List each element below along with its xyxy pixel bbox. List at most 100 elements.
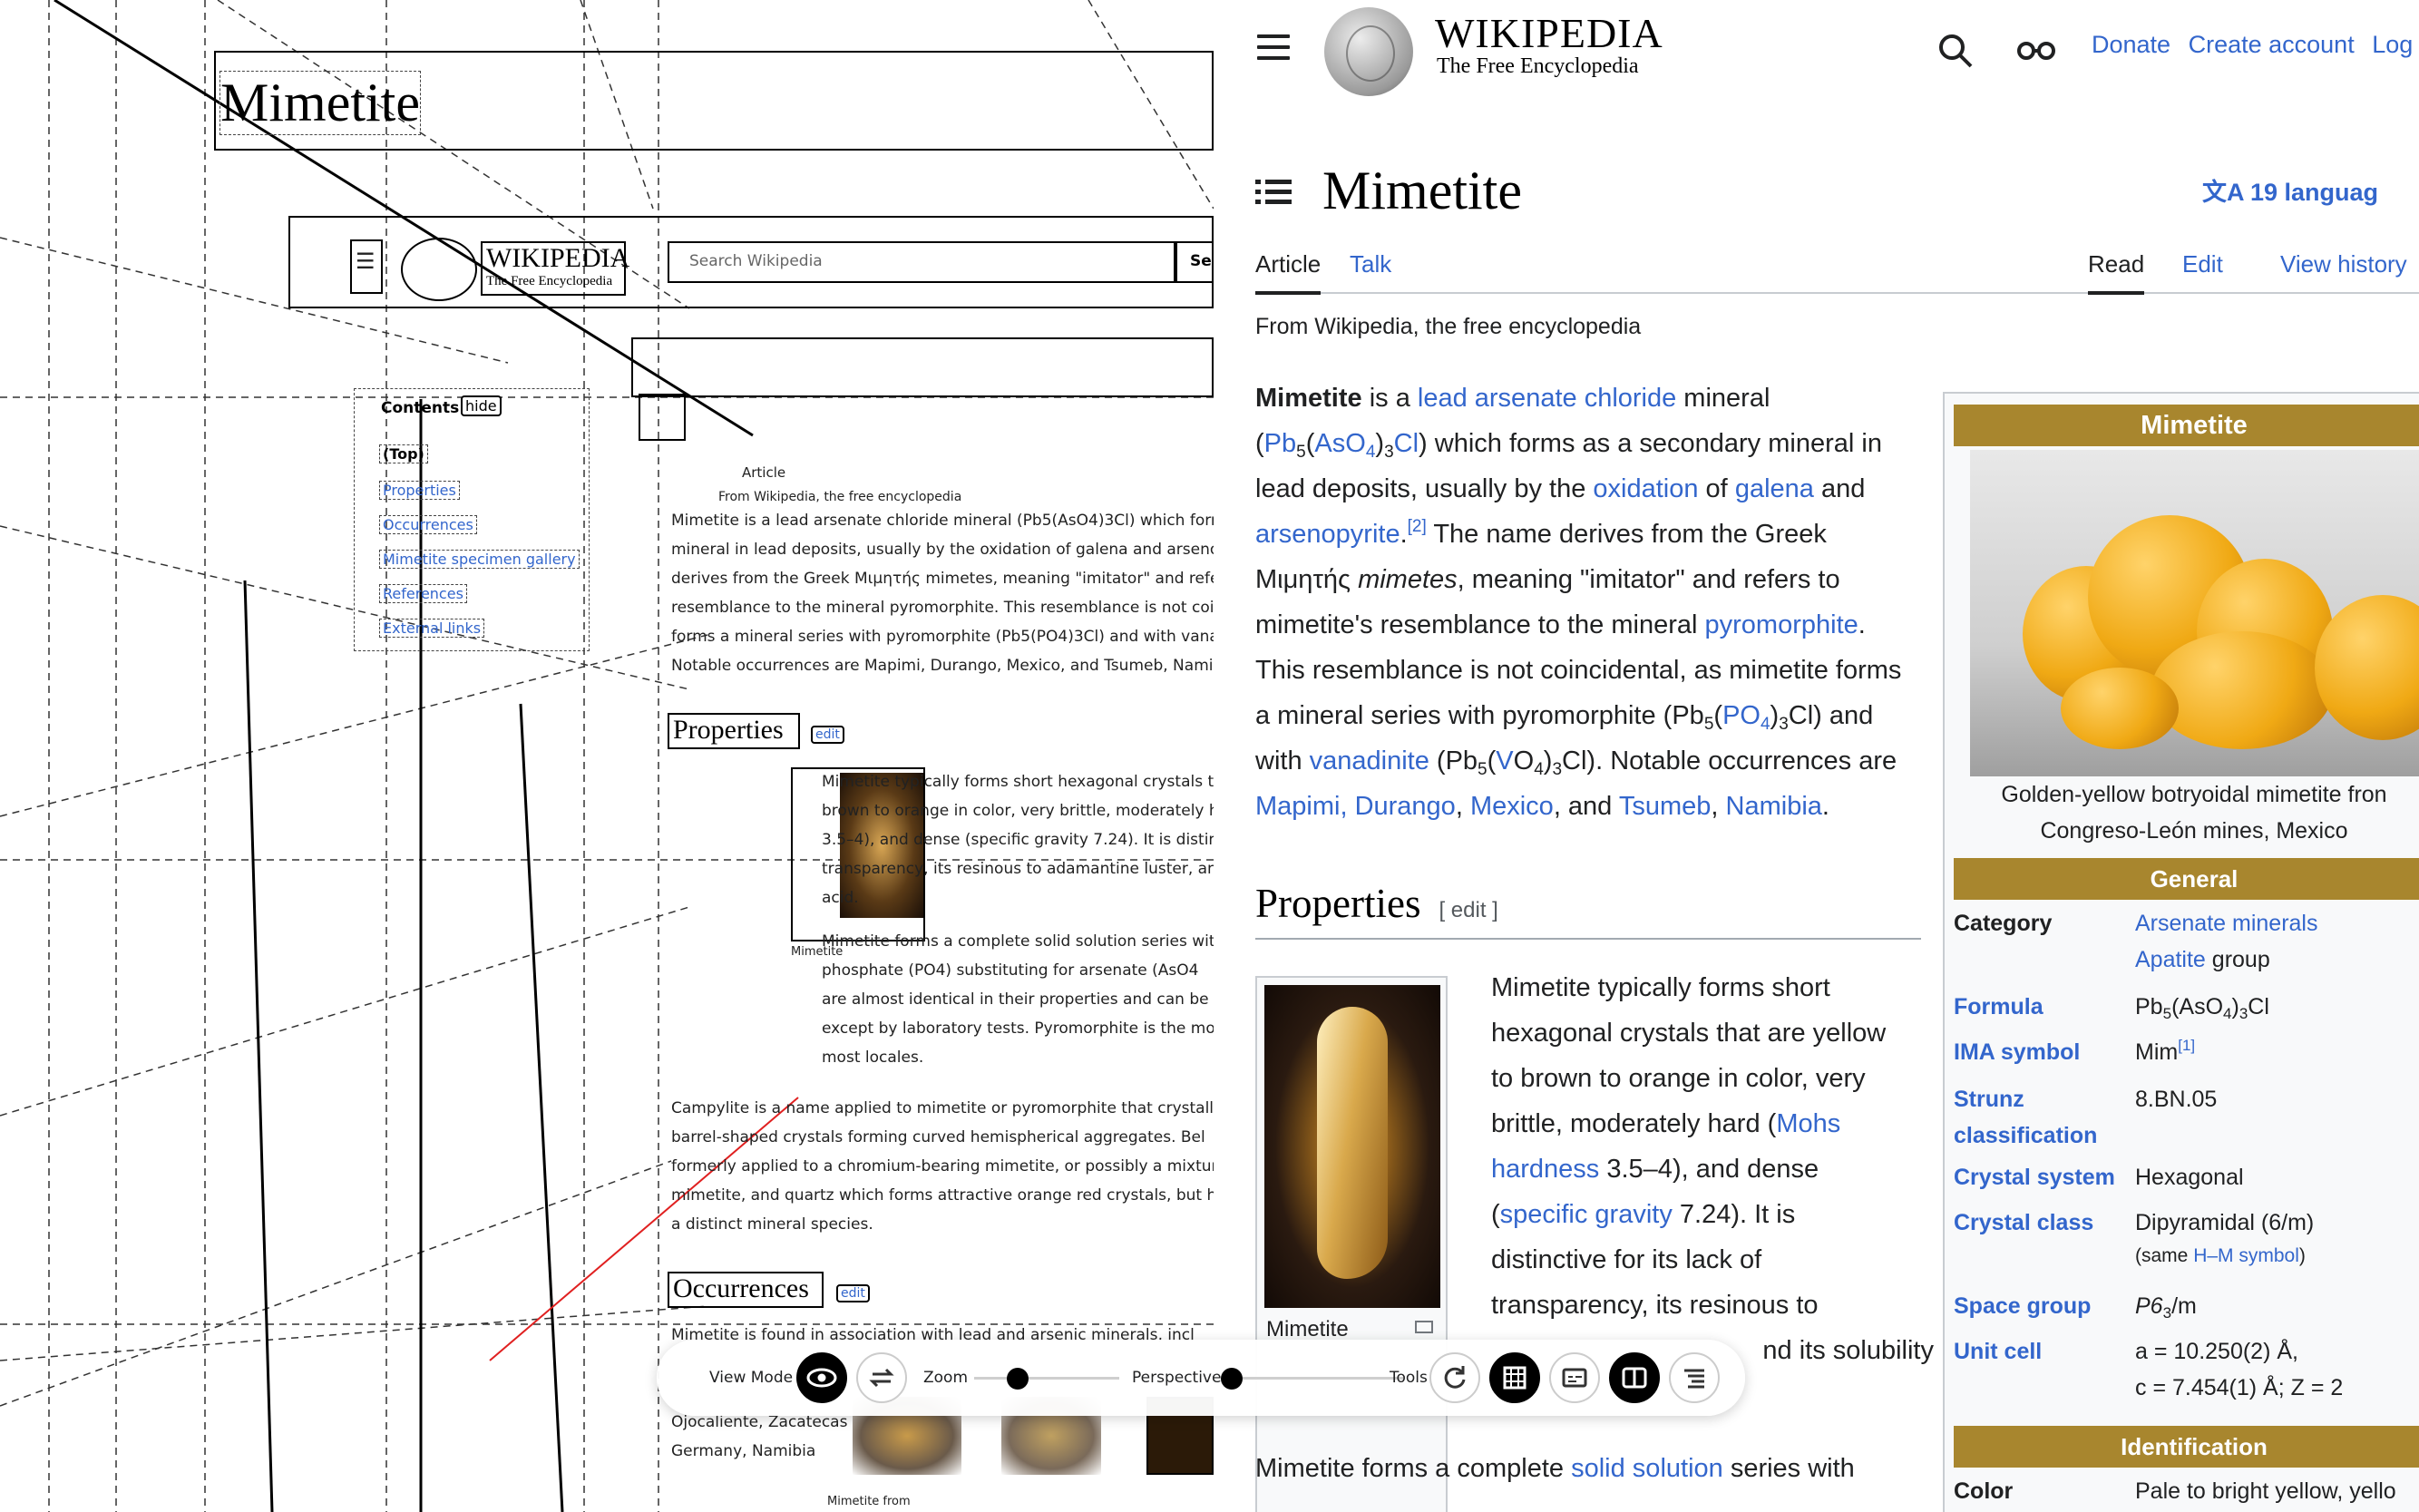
link-lead-arsenate-chloride[interactable]: lead arsenate chloride <box>1418 384 1676 413</box>
reset-button[interactable] <box>1429 1352 1480 1403</box>
wire-intro-line: forms a mineral series with pyromorphite… <box>671 628 1214 646</box>
view-mode-eye-button[interactable] <box>796 1352 847 1403</box>
split-view-button[interactable] <box>1609 1352 1660 1403</box>
wire-logo-globe <box>401 238 477 301</box>
tab-article[interactable]: Article <box>1255 250 1322 295</box>
link-namibia[interactable]: Namibia <box>1726 792 1822 821</box>
zoom-slider-track[interactable] <box>974 1377 1119 1380</box>
wikipedia-wordmark[interactable]: WIKIPEDIA <box>1435 9 1663 57</box>
wire-toc-occurrences[interactable]: Occurrences <box>379 515 477 534</box>
wire-intro-line: derives from the Greek Μιμητής mimetes, … <box>671 570 1214 588</box>
grid-button[interactable] <box>1489 1352 1540 1403</box>
link-tsumeb[interactable]: Tsumeb <box>1619 792 1712 821</box>
link-vanadinite[interactable]: vanadinite <box>1310 746 1429 776</box>
wire-article-tab[interactable]: Article <box>742 464 785 481</box>
caption-button[interactable] <box>1549 1352 1600 1403</box>
view-mode-label: View Mode <box>709 1369 794 1387</box>
wire-toc-properties[interactable]: Properties <box>379 481 460 500</box>
wire-toc-title: Contents <box>381 399 460 417</box>
link-space-group[interactable]: Space group <box>1954 1288 2135 1324</box>
link-crystal-system[interactable]: Crystal system <box>1954 1159 2135 1195</box>
link-arsenopyrite[interactable]: arsenopyrite <box>1255 520 1400 549</box>
wire-toc-external[interactable]: External links <box>379 619 485 638</box>
link-formula[interactable]: Formula <box>1954 989 2135 1025</box>
wire-occurrences-heading: Occurrences <box>673 1273 809 1303</box>
caption-icon <box>1562 1368 1587 1388</box>
reading-preferences-icon[interactable] <box>2017 38 2055 62</box>
edit-section-link[interactable]: [ edit ] <box>1439 898 1497 922</box>
list-indent-icon <box>1684 1369 1704 1389</box>
outline-button[interactable] <box>1669 1352 1720 1403</box>
main-menu-icon[interactable] <box>1257 34 1290 62</box>
infobox-caption: Golden-yellow botryoidal mimetite fron Co… <box>2001 782 2387 844</box>
refresh-icon <box>1444 1366 1466 1389</box>
wire-search-placeholder: Search Wikipedia <box>689 252 823 270</box>
wire-logo-word: WIKIPEDIA <box>486 243 630 273</box>
wikipedia-globe-logo[interactable] <box>1324 7 1413 96</box>
intro-paragraph: Mimetite is a lead arsenate chloride min… <box>1255 384 1902 821</box>
create-account-link[interactable]: Create account <box>2189 31 2355 58</box>
link-mapimi-durango[interactable]: Mapimi, Durango <box>1255 792 1456 821</box>
solid-solution-paragraph: Mimetite forms a complete solid solution… <box>1255 1454 1855 1483</box>
link-pyromorphite[interactable]: pyromorphite <box>1705 610 1858 639</box>
link-ima-symbol[interactable]: IMA symbol <box>1954 1034 2135 1070</box>
perspective-label: Perspective <box>1132 1369 1222 1387</box>
mimetite-crystal-image[interactable] <box>1264 985 1440 1308</box>
perspective-slider-knob[interactable] <box>1221 1368 1243 1390</box>
mimetite-infobox-image[interactable] <box>1970 450 2419 776</box>
wire-edit-link[interactable]: edit <box>836 1284 870 1302</box>
wire-toc-gallery[interactable]: Mimetite specimen gallery <box>379 550 580 569</box>
link-solid-solution[interactable]: solid solution <box>1571 1454 1723 1483</box>
link-hm-symbol[interactable]: H–M symbol <box>2193 1245 2299 1266</box>
infobox-row-category: Category Arsenate minerals Apatite group <box>1954 905 2419 981</box>
infobox-row-crystal-system: Crystal system Hexagonal <box>1954 1159 2419 1195</box>
log-in-link[interactable]: Log in <box>2372 31 2419 58</box>
link-strunz-classification[interactable]: Strunz classification <box>1954 1081 2135 1154</box>
properties-paragraph: Mimetite typically forms short hexagonal… <box>1491 973 1934 1365</box>
tab-edit[interactable]: Edit <box>2182 250 2223 278</box>
tools-label: Tools <box>1390 1369 1428 1387</box>
perspective-slider-track[interactable] <box>1223 1377 1404 1380</box>
zoom-slider-knob[interactable] <box>1007 1368 1029 1390</box>
wire-intro-line: mineral in lead deposits, usually by the… <box>671 541 1214 559</box>
tab-talk[interactable]: Talk <box>1350 250 1391 278</box>
link-oxidation[interactable]: oxidation <box>1593 474 1698 503</box>
link-galena[interactable]: galena <box>1735 474 1814 503</box>
link-unit-cell[interactable]: Unit cell <box>1954 1333 2135 1370</box>
wire-toc-top[interactable]: (Top) <box>379 444 428 463</box>
wire-intro-line: Mimetite is a lead arsenate chloride min… <box>671 512 1214 530</box>
language-button[interactable]: 文A 19 languag <box>2202 172 2378 208</box>
reference-2[interactable]: [2] <box>1408 517 1427 536</box>
section-heading-properties: Properties[ edit ] <box>1255 880 1921 940</box>
link-arsenate-minerals[interactable]: Arsenate minerals <box>2135 905 2419 941</box>
link-specific-gravity[interactable]: specific gravity <box>1500 1200 1673 1229</box>
reference-1[interactable]: [1] <box>2178 1037 2195 1054</box>
swap-button[interactable] <box>856 1352 907 1403</box>
wire-from: From Wikipedia, the free encyclopedia <box>718 490 962 504</box>
tab-view-history[interactable]: View history <box>2280 250 2407 278</box>
wire-edit-link[interactable]: edit <box>811 726 844 744</box>
swap-arrows-icon <box>869 1368 894 1388</box>
link-crystal-class[interactable]: Crystal class <box>1954 1205 2135 1241</box>
wire-toc-hide[interactable]: hide <box>461 395 502 416</box>
link-mexico[interactable]: Mexico <box>1470 792 1554 821</box>
table-of-contents-icon[interactable] <box>1255 178 1292 207</box>
infobox-row-crystal-class: Crystal class Dipyramidal (6/m) (same H–M… <box>1954 1205 2419 1277</box>
wireframe-view[interactable]: Mimetite ☰ WIKIPEDIA The Free Encycloped… <box>0 0 1214 1512</box>
wire-title: Mimetite <box>219 71 421 135</box>
wire-intro-line: resemblance to the mineral pyromorphite.… <box>671 599 1214 617</box>
link-mohs[interactable]: Mohs <box>1776 1109 1840 1138</box>
site-header: WIKIPEDIA The Free Encyclopedia Donate C… <box>1214 0 2419 98</box>
search-icon[interactable] <box>1937 33 1974 69</box>
tab-read[interactable]: Read <box>2088 250 2145 295</box>
donate-link[interactable]: Donate <box>2092 31 2170 58</box>
infobox-title: Mimetite <box>1954 405 2419 446</box>
infobox-section-identification: Identification <box>1954 1426 2419 1468</box>
thumbnail-figure[interactable]: Mimetite <box>1255 976 1448 1512</box>
enlarge-icon[interactable] <box>1415 1321 1433 1333</box>
link-mohs-hardness[interactable]: hardness <box>1491 1155 1599 1184</box>
link-apatite[interactable]: Apatite <box>2135 947 2206 972</box>
wire-toc-references[interactable]: References <box>379 584 467 603</box>
zoom-label: Zoom <box>923 1369 969 1387</box>
link-hexagonal[interactable]: Hexagonal <box>2135 1159 2419 1195</box>
